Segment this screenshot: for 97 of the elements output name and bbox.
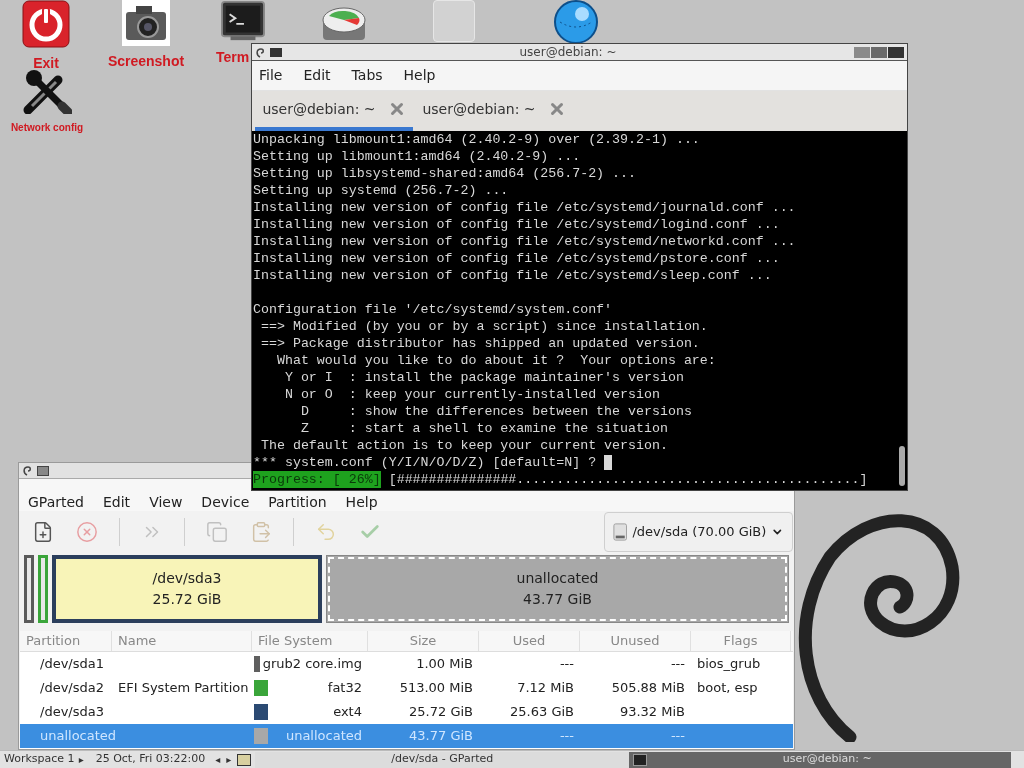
terminal-prompt: *** system.conf (Y/I/N/O/D/Z) [default=N] ? (253, 454, 598, 471)
menu-item[interactable]: Help (345, 494, 378, 510)
menu-item[interactable]: Edit (303, 65, 331, 86)
table-cell-text: EFI System Partition (117, 679, 250, 698)
table-cell-text: boot, esp (696, 679, 759, 698)
menu-item[interactable]: GParted (28, 494, 84, 510)
partition-size: 43.77 GiB (523, 590, 592, 609)
taskbar-task[interactable]: /dev/sda - GParted (255, 751, 630, 768)
table-cell-text: fat32 (327, 679, 362, 698)
terminal-icon (221, 0, 265, 42)
scrollbar-thumb[interactable] (899, 446, 905, 486)
undo-icon (315, 521, 337, 543)
menu-item[interactable]: Help (403, 65, 436, 86)
table-cell-text: 93.32 MiB (618, 703, 686, 722)
copy-icon (206, 521, 228, 543)
partition-block[interactable]: /dev/sda3 25.72 GiB (52, 555, 322, 623)
terminal-line: N or O : keep your currently-installed version (283, 386, 661, 403)
window-icon (37, 465, 49, 476)
show-desktop-icon[interactable] (237, 753, 252, 766)
table-cell-text: 25.72 GiB (408, 703, 474, 722)
partition-block[interactable] (24, 555, 34, 623)
terminal-line: ==> Modified (by you or by a script) since installation. (259, 318, 709, 335)
menu-item[interactable]: Edit (103, 494, 131, 510)
table-cell-text: 1.00 MiB (415, 655, 474, 674)
terminal-line: D : show the differences between the versions (299, 403, 693, 420)
maximize-button[interactable] (871, 46, 887, 58)
menu-item[interactable]: Tabs (351, 65, 383, 86)
taskbar-task[interactable]: user@debian: ~ (629, 751, 1012, 768)
table-cell-text: 505.88 MiB (610, 679, 686, 698)
progress-bar-text: [###############...........................................] (388, 471, 868, 488)
disk-icon (321, 6, 367, 42)
power-icon (22, 0, 70, 48)
terminal-line: Y or I : install the package maintainer's version (283, 369, 685, 386)
table-cell-text: /dev/sda1 (39, 655, 105, 674)
table-cell-text: /dev/sda3 (39, 703, 105, 722)
terminal-line: Installing new version of config file /etc/systemd/journald.conf ... (253, 199, 797, 216)
partition-label: /dev/sda3 (152, 569, 222, 588)
table-row[interactable]: /dev/sda2 EFI System Partition fat32 513.00 MiB 7.12 MiB 505.88 MiB boot, esp (20, 676, 793, 700)
terminal-line: Installing new version of config file /etc/systemd/networkd.conf ... (253, 233, 797, 250)
close-button[interactable] (888, 46, 904, 58)
table-cell-text: ext4 (333, 703, 362, 722)
table-cell-text: 43.77 GiB (408, 727, 474, 746)
table-cell-text: 25.63 GiB (509, 703, 575, 722)
table-row[interactable]: /dev/sda1 grub2 core.img 1.00 MiB --- --- bios_grub (20, 652, 793, 676)
terminal-line: Unpacking libmount1:amd64 (2.40.2-9) over (2.39.2-1) ... (253, 131, 701, 148)
menu-item[interactable]: Partition (268, 494, 327, 510)
workspace-arrow[interactable]: ▸ (78, 752, 84, 767)
table-cell-text: --- (669, 655, 686, 674)
workspace-label[interactable]: Workspace 1 (0, 751, 75, 768)
table-cell-text: bios_grub (696, 655, 762, 674)
menu-item[interactable]: View (149, 494, 183, 510)
table-cell-text: grub2 core.img (262, 655, 362, 674)
previous-arrow[interactable]: ◂ (215, 752, 221, 767)
terminal-line: Installing new version of config file /etc/systemd/sleep.conf ... (253, 267, 773, 284)
tools-icon (22, 70, 72, 114)
terminal-line: Installing new version of config file /etc/systemd/pstore.conf ... (253, 250, 781, 267)
swirl-icon (22, 465, 33, 476)
terminal-line: ==> Package distributor has shipped an updated version. (259, 335, 701, 352)
next-arrow[interactable]: ▸ (226, 752, 232, 767)
swirl-icon (255, 46, 266, 58)
delete-icon (76, 521, 98, 543)
terminal-line: Z : start a shell to examine the situation (299, 420, 669, 437)
device-dropdown[interactable]: /dev/sda (70.00 GiB) (604, 512, 793, 552)
camera-icon (122, 0, 170, 46)
terminal-line: Setting up libsystemd-shared:amd64 (256.7-2) ... (253, 165, 637, 182)
window-icon (270, 47, 282, 57)
terminal-line: Setting up systemd (256.7-2) ... (253, 182, 510, 199)
blank-icon (433, 0, 475, 42)
terminal-line: Installing new version of config file /etc/systemd/logind.conf ... (253, 216, 781, 233)
table-cell-text: unallocated (285, 727, 362, 746)
table-cell-text: /dev/sda2 (39, 679, 105, 698)
table-row[interactable]: /dev/sda3 ext4 25.72 GiB 25.63 GiB 93.32 MiB (20, 700, 793, 724)
partition-size: 25.72 GiB (152, 590, 222, 609)
new-file-icon (32, 521, 54, 543)
text-cursor (604, 455, 613, 470)
terminal-line: Setting up libmount1:amd64 (2.40.2-9) ... (253, 148, 582, 165)
terminal-line: Configuration file '/etc/systemd/system.conf' (253, 301, 614, 318)
partition-block[interactable] (38, 555, 48, 623)
unallocated-block[interactable]: unallocated 43.77 GiB (326, 555, 789, 623)
table-cell-text: --- (558, 655, 575, 674)
menu-item[interactable]: Device (201, 494, 250, 510)
terminal-tab[interactable]: user@debian: ~ (415, 91, 573, 131)
window-title: user@debian: ~ (518, 44, 618, 61)
window-icon (633, 753, 648, 766)
terminal-line: The default action is to keep your current version. (259, 437, 669, 454)
minimize-button[interactable] (854, 46, 870, 58)
clock: 25 Oct, Fri 03:22:00 (95, 751, 206, 768)
table-cell-text: 7.12 MiB (516, 679, 575, 698)
table-cell-text: --- (669, 727, 686, 746)
partition-label: unallocated (516, 569, 599, 588)
globe-icon (552, 0, 600, 44)
table-cell-text: --- (558, 727, 575, 746)
progress-label: Progress: [ 26%] (253, 471, 381, 488)
table-cell-text: 513.00 MiB (398, 679, 474, 698)
menu-item[interactable]: File (259, 65, 283, 86)
terminal-line: What would you like to do about it ? Your options are: (275, 352, 717, 369)
paste-icon (250, 521, 272, 543)
